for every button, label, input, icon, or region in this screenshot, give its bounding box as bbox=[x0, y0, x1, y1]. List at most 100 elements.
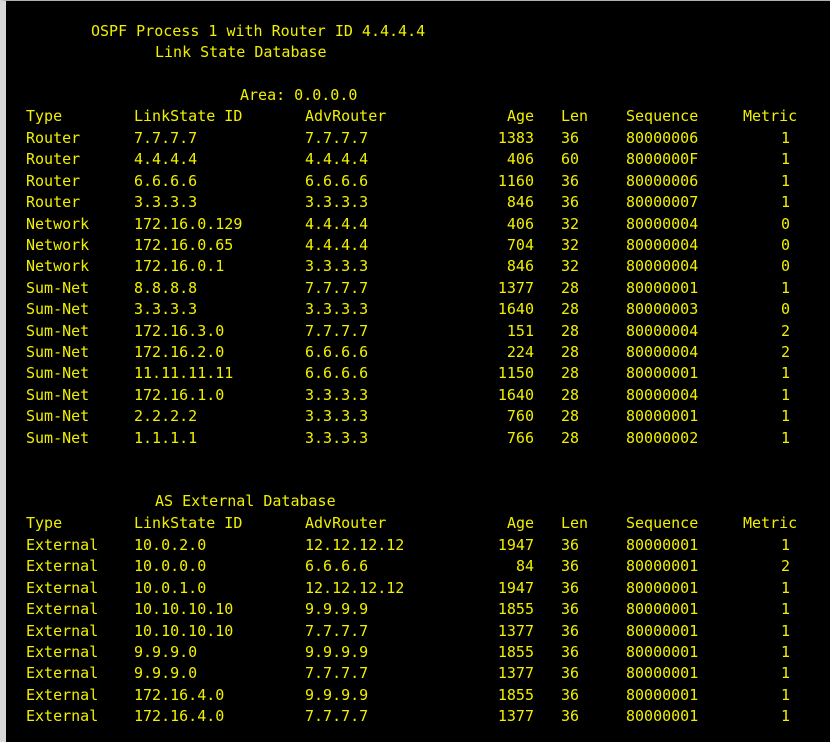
cell-sequence: 80000001 bbox=[626, 407, 699, 426]
db-title-row: Link State Database bbox=[6, 42, 830, 63]
process-title: OSPF Process 1 with Router ID 4.4.4.4 bbox=[91, 22, 426, 40]
terminal-window[interactable]: OSPF Process 1 with Router ID 4.4.4.4 Li… bbox=[0, 0, 830, 742]
cell-adv-router: 7.7.7.7 bbox=[305, 321, 369, 340]
cell-adv-router: 9.9.9.9 bbox=[305, 685, 369, 704]
cell-age: 151 bbox=[506, 321, 534, 340]
col-header-seq: Sequence bbox=[626, 107, 699, 125]
cell-age: 1377 bbox=[497, 278, 534, 297]
cell-age: 1640 bbox=[497, 385, 534, 404]
area-label: Area: 0.0.0.0 bbox=[240, 86, 358, 104]
cell-len: 28 bbox=[561, 321, 580, 340]
cell-metric: 1 bbox=[780, 685, 790, 704]
cell-age: 846 bbox=[506, 193, 534, 212]
lsdb-row: Network 172.16.0.65 4.4.4.4 704 32 80000004 0 bbox=[6, 235, 830, 256]
cell-adv-router: 9.9.9.9 bbox=[305, 643, 369, 661]
cell-len: 28 bbox=[561, 364, 580, 383]
cell-adv-router: 7.7.7.7 bbox=[305, 664, 369, 683]
cell-len: 28 bbox=[561, 278, 580, 297]
cell-adv-router: 3.3.3.3 bbox=[305, 300, 369, 319]
cell-metric: 1 bbox=[780, 643, 790, 661]
col-header-len: Len bbox=[561, 514, 589, 532]
cell-type: External bbox=[26, 578, 99, 597]
cell-age: 1383 bbox=[497, 129, 534, 147]
col-header-lsid: LinkState ID bbox=[134, 107, 243, 125]
cell-age: 1377 bbox=[497, 664, 534, 683]
cell-metric: 0 bbox=[780, 214, 790, 233]
cell-sequence: 8000000F bbox=[626, 150, 699, 169]
cell-sequence: 80000004 bbox=[626, 257, 699, 276]
lsdb-row: Sum-Net 8.8.8.8 7.7.7.7 1377 28 80000001 1 bbox=[6, 278, 830, 299]
cell-age: 84 bbox=[515, 557, 534, 576]
cell-type: External bbox=[26, 664, 99, 683]
cell-sequence: 80000001 bbox=[626, 278, 699, 297]
cell-len: 32 bbox=[561, 236, 580, 254]
cell-sequence: 80000001 bbox=[626, 664, 699, 683]
cell-age: 1947 bbox=[497, 578, 534, 597]
cell-type: Router bbox=[26, 171, 81, 190]
cell-age: 1855 bbox=[497, 685, 534, 704]
cell-lsid: 172.16.0.129 bbox=[134, 214, 243, 233]
cell-age: 406 bbox=[506, 150, 534, 169]
external-row: External 10.10.10.10 7.7.7.7 1377 36 80000001… bbox=[6, 621, 830, 642]
cell-len: 36 bbox=[561, 685, 580, 704]
cell-sequence: 80000001 bbox=[626, 557, 699, 576]
cell-sequence: 80000001 bbox=[626, 707, 699, 726]
cell-age: 1855 bbox=[497, 600, 534, 619]
cell-len: 28 bbox=[561, 407, 580, 426]
cell-sequence: 80000004 bbox=[626, 343, 699, 361]
cell-len: 36 bbox=[561, 536, 580, 554]
col-header-type: Type bbox=[26, 107, 63, 125]
cell-type: External bbox=[26, 643, 99, 661]
col-header-metric: Metric bbox=[743, 514, 798, 532]
cell-len: 36 bbox=[561, 193, 580, 212]
lsdb-row: Sum-Net 11.11.11.11 6.6.6.6 1150 28 80000001 1 bbox=[6, 363, 830, 384]
lsdb-title: Link State Database bbox=[155, 43, 327, 61]
external-title-row: AS External Database bbox=[6, 491, 830, 512]
col-header-age: Age bbox=[507, 107, 535, 125]
cell-metric: 1 bbox=[780, 664, 790, 683]
cell-lsid: 1.1.1.1 bbox=[134, 428, 198, 447]
cell-adv-router: 7.7.7.7 bbox=[305, 278, 369, 297]
cell-adv-router: 3.3.3.3 bbox=[305, 407, 369, 426]
external-row: External 10.0.0.0 6.6.6.6 84 36 80000001 2 bbox=[6, 556, 830, 577]
cell-lsid: 8.8.8.8 bbox=[134, 278, 198, 297]
cell-sequence: 80000002 bbox=[626, 428, 699, 447]
lsdb-row: Sum-Net 3.3.3.3 3.3.3.3 1640 28 80000003 0 bbox=[6, 299, 830, 320]
cell-len: 36 bbox=[561, 664, 580, 683]
lsdb-row: Sum-Net 1.1.1.1 3.3.3.3 766 28 80000002 1 bbox=[6, 428, 830, 449]
external-row: External 172.16.4.0 9.9.9.9 1855 36 80000001 1 bbox=[6, 685, 830, 706]
external-column-headers: Type LinkState ID AdvRouter Age Len Sequ… bbox=[6, 513, 830, 534]
cell-type: Sum-Net bbox=[26, 278, 90, 297]
lsdb-row: Router 3.3.3.3 3.3.3.3 846 36 80000007 1 bbox=[6, 192, 830, 213]
external-db-title: AS External Database bbox=[155, 492, 336, 510]
cell-age: 1855 bbox=[497, 643, 534, 661]
cell-metric: 2 bbox=[780, 557, 790, 576]
cell-type: Network bbox=[26, 236, 90, 254]
cell-lsid: 172.16.4.0 bbox=[134, 707, 225, 726]
cell-adv-router: 6.6.6.6 bbox=[305, 364, 369, 383]
external-row: External 9.9.9.0 9.9.9.9 1855 36 80000001 1 bbox=[6, 642, 830, 663]
cell-type: Router bbox=[26, 129, 81, 147]
lsdb-row: Router 4.4.4.4 4.4.4.4 406 60 8000000F 1 bbox=[6, 149, 830, 170]
cell-metric: 0 bbox=[780, 257, 790, 276]
cell-sequence: 80000001 bbox=[626, 364, 699, 383]
cell-type: Sum-Net bbox=[26, 343, 90, 361]
lsdb-row: Network 172.16.0.129 4.4.4.4 406 32 80000004 0 bbox=[6, 214, 830, 235]
cell-metric: 2 bbox=[780, 321, 790, 340]
col-header-metric: Metric bbox=[743, 107, 798, 125]
lsdb-row: Network 172.16.0.1 3.3.3.3 846 32 80000004 0 bbox=[6, 256, 830, 277]
cell-len: 36 bbox=[561, 643, 580, 661]
cell-lsid: 172.16.3.0 bbox=[134, 321, 225, 340]
cell-type: Sum-Net bbox=[26, 300, 90, 319]
cell-age: 1160 bbox=[497, 171, 534, 190]
cell-adv-router: 3.3.3.3 bbox=[305, 428, 369, 447]
cell-len: 28 bbox=[561, 343, 580, 361]
cell-lsid: 10.10.10.10 bbox=[134, 600, 234, 619]
cell-age: 760 bbox=[506, 407, 534, 426]
cell-metric: 0 bbox=[780, 300, 790, 319]
cell-age: 1947 bbox=[497, 536, 534, 554]
col-header-age: Age bbox=[507, 514, 535, 532]
cell-lsid: 10.0.0.0 bbox=[134, 557, 207, 576]
cell-len: 36 bbox=[561, 707, 580, 726]
external-row: External 10.0.1.0 12.12.12.12 1947 36 8000000… bbox=[6, 578, 830, 599]
